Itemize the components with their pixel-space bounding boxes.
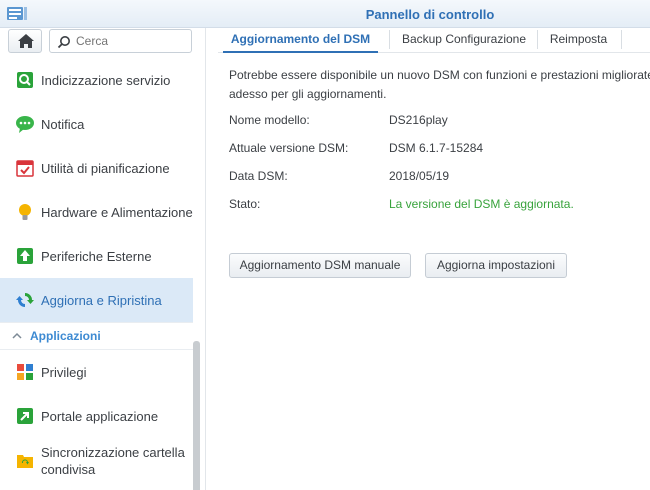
- application-portal-icon: [17, 408, 33, 424]
- sidebar-item-update-restore[interactable]: Aggiorna e Ripristina: [0, 278, 193, 322]
- tab-separator: [537, 30, 538, 49]
- intro-line: adesso per gli aggiornamenti.: [229, 87, 387, 101]
- field-value: DS216play: [389, 113, 448, 127]
- window-title: Pannello di controllo: [365, 7, 495, 22]
- home-icon: [18, 34, 34, 48]
- sidebar-item-external-devices[interactable]: Periferiche Esterne: [0, 234, 193, 278]
- search-box[interactable]: [49, 29, 192, 53]
- sidebar-item-label: Aggiorna e Ripristina: [41, 292, 162, 308]
- sidebar-item-label: Notifica: [41, 116, 85, 132]
- privileges-icon: [17, 364, 33, 380]
- tab-separator: [389, 30, 390, 49]
- section-header-applications[interactable]: Applicazioni: [0, 322, 193, 350]
- sidebar-divider: [205, 28, 206, 490]
- status-value: La versione del DSM è aggiornata.: [389, 197, 574, 211]
- sidebar-item-task-scheduler[interactable]: Utilità di pianificazione: [0, 146, 193, 190]
- update-settings-button[interactable]: Aggiorna impostazioni: [425, 253, 567, 278]
- sidebar-item-label: Portale applicazione: [41, 408, 159, 424]
- control-panel-icon[interactable]: [6, 5, 28, 23]
- sidebar-item-shared-folder-sync[interactable]: Sincronizzazione cartella condivisa: [0, 438, 193, 484]
- sidebar-item-label: Periferiche Esterne: [41, 248, 152, 264]
- home-button[interactable]: [8, 29, 42, 53]
- external-devices-icon: [17, 248, 33, 264]
- shared-folder-sync-icon: [17, 455, 33, 468]
- manual-dsm-update-button[interactable]: Aggiornamento DSM manuale: [229, 253, 411, 278]
- sidebar-item-label: Sincronizzazione cartella condivisa: [41, 445, 185, 477]
- task-scheduler-icon: [16, 160, 34, 177]
- tab-separator: [621, 30, 622, 49]
- tab-reset[interactable]: Reimposta: [541, 28, 616, 53]
- field-label: Attuale versione DSM:: [229, 141, 349, 155]
- field-value: 2018/05/19: [389, 169, 450, 183]
- chevron-up-icon: [12, 332, 22, 339]
- tab-dsm-update[interactable]: Aggiornamento del DSM: [223, 28, 378, 53]
- field-value: DSM 6.1.7-15284: [389, 141, 484, 155]
- update-restore-icon: [16, 293, 34, 307]
- sidebar-item-notification[interactable]: Notifica: [0, 102, 193, 146]
- field-label: Stato:: [229, 197, 261, 211]
- search-icon: [57, 36, 70, 49]
- index-service-icon: [17, 72, 33, 88]
- sidebar-nav: Indicizzazione servizio Notifica Utilità…: [0, 58, 193, 484]
- sidebar-item-label: Privilegi: [41, 364, 87, 380]
- intro-text: Potrebbe essere disponibile un nuovo DSM…: [229, 66, 650, 104]
- sidebar-scrollbar[interactable]: [193, 341, 200, 490]
- intro-line: Potrebbe essere disponibile un nuovo DSM…: [229, 68, 650, 82]
- sidebar-item-hardware-power[interactable]: Hardware e Alimentazione: [0, 190, 193, 234]
- tab-backup-configuration[interactable]: Backup Configurazione: [394, 28, 534, 53]
- tab-bar: Aggiornamento del DSM Backup Configurazi…: [218, 28, 650, 53]
- sidebar-item-label: Hardware e Alimentazione: [41, 204, 193, 220]
- field-label: Data DSM:: [229, 169, 288, 183]
- title-bar: Pannello di controllo: [0, 0, 650, 28]
- field-label: Nome modello:: [229, 113, 310, 127]
- search-input[interactable]: [76, 33, 186, 49]
- sidebar: Indicizzazione servizio Notifica Utilità…: [0, 28, 205, 490]
- sidebar-item-indexing-service[interactable]: Indicizzazione servizio: [0, 58, 193, 102]
- section-label: Applicazioni: [30, 329, 101, 343]
- hardware-power-icon: [19, 204, 31, 220]
- sidebar-item-privileges[interactable]: Privilegi: [0, 350, 193, 394]
- sidebar-item-application-portal[interactable]: Portale applicazione: [0, 394, 193, 438]
- sidebar-item-label: Utilità di pianificazione: [41, 160, 170, 176]
- sidebar-item-label: Indicizzazione servizio: [41, 72, 171, 88]
- notification-icon: [16, 116, 34, 133]
